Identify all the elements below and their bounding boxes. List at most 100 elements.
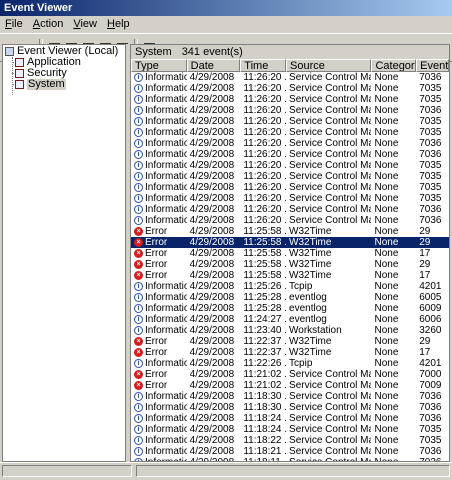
cell-type: × Error (131, 226, 187, 237)
cell-source-text: Service Control Manager (289, 391, 371, 402)
cell-time: 11:26:20 ... (240, 149, 286, 160)
cell-source: Service Control Manager (286, 72, 371, 83)
tree-item-system[interactable]: System (15, 79, 66, 90)
cell-time-text: 11:25:28 ... (243, 303, 286, 314)
cell-time: 11:26:20 ... (240, 171, 286, 182)
cell-event: 7035 (416, 160, 449, 171)
table-row[interactable]: iInformation4/29/2008 11:26:20 ...Service… (131, 193, 449, 204)
table-row[interactable]: iInformation4/29/2008 11:18:30 ...Service… (131, 402, 449, 413)
table-row[interactable]: iInformation4/29/2008 11:18:21 ...Service… (131, 446, 449, 457)
table-row[interactable]: ×Error4/29/200811:21:02 ...Service Contr… (131, 369, 449, 380)
information-icon: i (134, 194, 143, 203)
table-row[interactable]: ×Error4/29/200811:25:58 ...W32TimeNone17 (131, 248, 449, 259)
cell-event: 3260 (416, 325, 449, 336)
table-row[interactable]: iInformation4/29/2008 11:22:26 ...Tcpip No… (131, 358, 449, 369)
console-tree[interactable]: Event Viewer (Local) Application Securit… (2, 44, 126, 462)
cell-time: 11:18:30 ... (240, 402, 286, 413)
menu-file[interactable]: File (0, 16, 28, 33)
column-header-event[interactable]: Event (416, 59, 449, 72)
cell-event-text: 17 (419, 270, 431, 281)
cell-type: iInformation (131, 83, 187, 94)
table-row[interactable]: iInformation4/29/2008 11:18:24 ...Service… (131, 413, 449, 424)
cell-time-text: 11:18:30 ... (243, 402, 286, 413)
table-row[interactable]: iInformation4/29/2008 11:18:24 ...Service… (131, 424, 449, 435)
cell-category-text: None (374, 149, 399, 160)
cell-event-text: 29 (419, 259, 431, 270)
cell-category: None (371, 116, 416, 127)
cell-date: 4/29/2008 (187, 369, 241, 380)
cell-event-text: 7035 (419, 424, 442, 435)
table-row[interactable]: iInformation4/29/2008 11:18:22 ...Service… (131, 435, 449, 446)
table-row[interactable]: iInformation4/29/2008 11:26:20 ...Service… (131, 215, 449, 226)
table-row[interactable]: ×Error4/29/200811:25:58 ...W32TimeNone29 (131, 226, 449, 237)
cell-date: 4/29/2008 (187, 72, 241, 83)
column-header-type[interactable]: Type (131, 59, 187, 72)
cell-time-text: 11:21:02 ... (243, 380, 286, 391)
cell-date-text: 4/29/2008 (189, 413, 235, 424)
tree-item-label: System (27, 78, 66, 90)
table-row[interactable]: iInformation4/29/2008 11:26:20 ...Service… (131, 204, 449, 215)
table-row[interactable]: iInformation4/29/2008 11:26:20 ...Service… (131, 138, 449, 149)
cell-type: iInformation (131, 303, 187, 314)
cell-source: Service Control Manager (286, 127, 371, 138)
cell-date: 4/29/2008 (187, 380, 241, 391)
table-row[interactable]: iInformation4/29/2008 11:26:20 ...Service… (131, 72, 449, 83)
cell-category: None (371, 226, 416, 237)
cell-date-text: 4/29/2008 (189, 226, 235, 237)
cell-date: 4/29/2008 (187, 358, 241, 369)
table-row[interactable]: ×Error4/29/200811:25:58 ...W32TimeNone29 (131, 259, 449, 270)
cell-time-text: 11:26:20 ... (243, 127, 286, 138)
cell-date-text: 4/29/2008 (189, 259, 235, 270)
table-row[interactable]: iInformation4/29/2008 11:25:28 ...eventlo… (131, 292, 449, 303)
cell-date: 4/29/2008 (187, 138, 241, 149)
table-row[interactable]: ×Error4/29/200811:21:02 ...Service Contr… (131, 380, 449, 391)
cell-type-text: Error (145, 270, 168, 281)
menu-help[interactable]: Help (102, 16, 135, 33)
cell-category-text: None (374, 446, 399, 457)
cell-source: Service Control Manager (286, 435, 371, 446)
column-header-time[interactable]: Time (240, 59, 287, 72)
table-row[interactable]: iInformation4/29/2008 11:26:20 ...Service… (131, 171, 449, 182)
table-row[interactable]: ×Error4/29/200811:25:58 ...W32TimeNone29 (131, 237, 449, 248)
information-icon: i (134, 304, 143, 313)
table-row[interactable]: iInformation4/29/2008 11:26:20 ...Service… (131, 160, 449, 171)
cell-time: 11:26:20 ... (240, 127, 286, 138)
column-header-date[interactable]: Date (186, 59, 241, 72)
column-header-category[interactable]: Category (371, 59, 417, 72)
cell-event-text: 7035 (419, 83, 442, 94)
table-row[interactable]: iInformation4/29/2008 11:26:20 ...Service… (131, 116, 449, 127)
table-row[interactable]: iInformation4/29/2008 11:26:20 ...Service… (131, 149, 449, 160)
table-row[interactable]: iInformation4/29/2008 11:25:26 ...Tcpip No… (131, 281, 449, 292)
cell-category-text: None (374, 226, 399, 237)
menu-view[interactable]: View (68, 16, 102, 33)
table-row[interactable]: iInformation4/29/2008 11:26:20 ...Service… (131, 94, 449, 105)
cell-category: None (371, 402, 416, 413)
table-row[interactable]: ×Error4/29/200811:22:37 ...W32TimeNone29 (131, 336, 449, 347)
cell-date-text: 4/29/2008 (189, 116, 235, 127)
table-row[interactable]: iInformation4/29/2008 11:26:20 ...Service… (131, 127, 449, 138)
table-row[interactable]: iInformation4/29/2008 11:25:28 ...eventlo… (131, 303, 449, 314)
menu-action[interactable]: Action (28, 16, 69, 33)
title-bar[interactable]: Event Viewer (0, 0, 452, 16)
table-row[interactable]: iInformation4/29/2008 11:26:20 ...Service… (131, 182, 449, 193)
table-row[interactable]: iInformation4/29/2008 11:26:20 ...Service… (131, 83, 449, 94)
event-rows: iInformation4/29/200811:26:20 ...Service… (131, 72, 449, 461)
cell-date-text: 4/29/2008 (189, 248, 235, 259)
cell-type: × Error (131, 347, 187, 358)
cell-type-text: Information (145, 83, 187, 94)
cell-date: 4/29/2008 (187, 182, 241, 193)
column-header-source[interactable]: Source (286, 59, 372, 72)
table-row[interactable]: iInformation4/29/2008 11:26:20 ...Service… (131, 105, 449, 116)
cell-type-text: Error (145, 248, 168, 259)
cell-source-text: Service Control Manager (289, 413, 371, 424)
table-row[interactable]: ×Error4/29/200811:22:37 ...W32TimeNone17 (131, 347, 449, 358)
cell-category: None (371, 281, 416, 292)
table-row[interactable]: ×Error4/29/200811:25:58 ...W32TimeNone17 (131, 270, 449, 281)
cell-date: 4/29/2008 (187, 83, 241, 94)
cell-time: 11:21:02 ... (240, 369, 286, 380)
cell-date-text: 4/29/2008 (189, 358, 235, 369)
table-row[interactable]: iInformation4/29/2008 11:24:27 ...eventlo… (131, 314, 449, 325)
table-row[interactable]: iInformation4/29/2008 11:18:30 ...Service… (131, 391, 449, 402)
table-row[interactable]: iInformation4/29/2008 11:23:40 ...Worksta… (131, 325, 449, 336)
cell-source-text: eventlog (289, 303, 327, 314)
